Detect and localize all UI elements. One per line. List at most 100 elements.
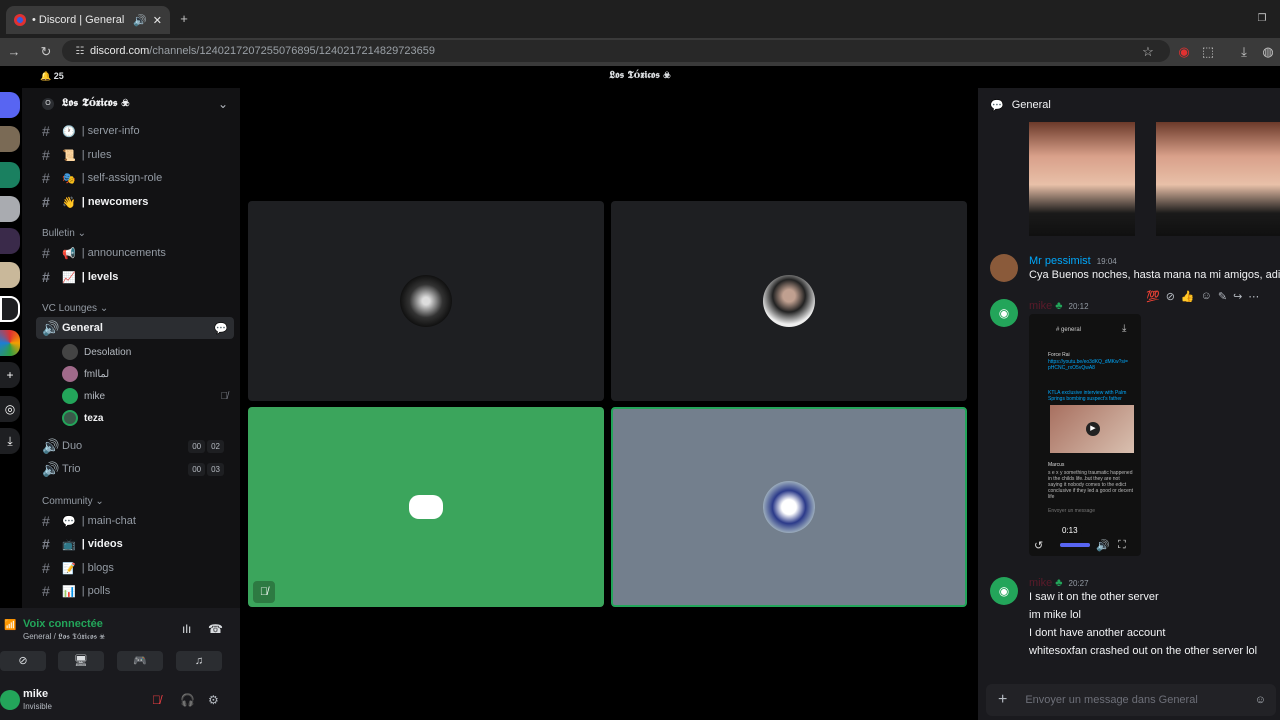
signal-icon[interactable]: 📶 [4, 620, 16, 631]
discover-icon[interactable]: ◎ [0, 396, 20, 422]
voice-channel-duo[interactable]: 🔊 Duo 00 02 [36, 435, 234, 457]
browser-tab[interactable]: • Discord | General | 𝕷𝖔𝖘 𝕿ó... 🔊 ✕ [6, 6, 170, 34]
voice-user[interactable]: teza [62, 408, 103, 428]
disconnect-icon[interactable]: ☎ [208, 622, 223, 636]
forward-icon[interactable]: ↪ [1233, 290, 1242, 303]
url-field[interactable]: discord.com/channels/1240217207255076895… [62, 40, 1170, 62]
extensions-puzzle-icon[interactable]: ⬚ [1198, 38, 1218, 66]
voice-status[interactable]: Voix connectée [23, 618, 103, 630]
site-info-icon[interactable]: ☷ [70, 38, 90, 66]
reaction-100-icon[interactable]: 💯 [1146, 290, 1160, 303]
server-icon[interactable] [0, 228, 20, 254]
channel-levels[interactable]: # 📈 | levels [36, 266, 234, 288]
channel-polls[interactable]: # 📊 | polls [36, 580, 234, 602]
add-server-icon[interactable]: + [0, 362, 20, 388]
voice-channel-trio[interactable]: 🔊 Trio 00 03 [36, 458, 234, 480]
muted-mic-icon[interactable]: 🎙̸ [152, 693, 161, 707]
speaker-icon: 🔊 [42, 460, 60, 477]
add-attachment-icon[interactable]: + [998, 691, 1007, 709]
server-icon[interactable] [0, 262, 20, 288]
forward-icon[interactable]: → [4, 38, 24, 66]
category-vc-lounges[interactable]: VC Lounges ⌄ [42, 303, 108, 314]
home-icon[interactable] [0, 92, 20, 118]
voice-location[interactable]: General / 𝕷𝖔𝖘 𝕿ó𝖝𝖎𝖈𝖔𝖘 ☣ [23, 632, 105, 642]
server-icon[interactable] [0, 330, 20, 356]
volume-icon[interactable]: 🔊 [1096, 539, 1110, 552]
new-tab-icon[interactable]: + [174, 5, 194, 33]
channel-emoji: 🕐 [62, 125, 76, 138]
participant-tile[interactable] [248, 201, 604, 401]
image-attachment[interactable] [1156, 122, 1280, 236]
hash-icon: # [42, 147, 50, 163]
download-apps-icon[interactable]: ⤓ [0, 428, 20, 454]
toggle-camera-button[interactable]: ⊘ [0, 651, 46, 671]
bookmark-star-icon[interactable]: ☆ [1138, 38, 1158, 66]
headphones-icon[interactable]: 🎧 [180, 693, 195, 707]
chevron-down-icon[interactable]: ⌄ [218, 97, 228, 111]
server-icon[interactable] [0, 296, 20, 322]
gear-icon[interactable]: ⚙ [208, 693, 219, 707]
category-community[interactable]: Community ⌄ [42, 496, 104, 507]
emoji-icon[interactable]: ☺ [1255, 694, 1266, 706]
message-text: im mike lol [1029, 609, 1081, 621]
server-icon[interactable] [0, 162, 20, 188]
server-icon[interactable] [0, 126, 20, 152]
participant-tile[interactable] [611, 201, 967, 401]
soundboard-button[interactable]: ♫ [176, 651, 222, 671]
play-icon[interactable]: ▶ [1086, 422, 1100, 436]
image-attachment[interactable] [1029, 122, 1135, 236]
avatar[interactable]: ◉ [990, 577, 1018, 605]
participant-tile[interactable] [248, 407, 604, 607]
channel-self-assign-role[interactable]: # 🎭 | self-assign-role [36, 167, 234, 189]
edit-icon[interactable]: ✎ [1218, 290, 1227, 303]
download-icon[interactable]: ⤓ [1234, 38, 1254, 66]
restore-window-icon[interactable]: ❐ [1252, 5, 1272, 33]
channel-main-chat[interactable]: # 💬 | main-chat [36, 510, 234, 532]
channel-videos[interactable]: # 📺 | videos [36, 533, 234, 555]
voice-user[interactable]: mike 🎙̸ [62, 386, 228, 406]
embed-link[interactable]: https://youtu.be/eo3dKQ_dMKw?si=pHCNC_rx… [1048, 359, 1128, 371]
message-composer[interactable]: + Envoyer un message dans General ☺ [986, 684, 1276, 716]
channel-newcomers[interactable]: # 👋 | newcomers [36, 191, 234, 213]
channel-server-info[interactable]: # 🕐 | server-info [36, 120, 234, 142]
message-author[interactable]: Mr pessimist 19:04 [1029, 255, 1117, 267]
participant-tile-speaking[interactable] [611, 407, 967, 607]
voice-channel-general[interactable]: 🔊 General 💬 [36, 317, 234, 339]
channel-blogs[interactable]: # 📝 | blogs [36, 557, 234, 579]
channel-rules[interactable]: # 📜 | rules [36, 144, 234, 166]
chat-bubble-icon[interactable]: 💬 [214, 322, 228, 335]
embed-card-title[interactable]: KTLA exclusive interview with Palm Sprin… [1048, 390, 1128, 402]
server-name[interactable]: 𝕷𝖔𝖘 𝕿ó𝖝𝖎𝖈𝖔𝖘 ☣ [62, 96, 129, 110]
noise-suppression-icon[interactable]: ılı [182, 622, 191, 636]
download-icon[interactable]: ⤓ [1122, 323, 1126, 334]
profile-icon[interactable]: ◍ [1258, 38, 1278, 66]
user-status: Invisible [23, 702, 52, 711]
thumbs-up-icon[interactable]: 👍 [1181, 290, 1195, 303]
extension-icon[interactable]: ◉ [1174, 38, 1194, 66]
more-icon[interactable]: ⋯ [1248, 290, 1259, 303]
reaction-icon[interactable]: ⊘ [1166, 290, 1175, 303]
reload-icon[interactable]: ↻ [36, 38, 56, 66]
replay-icon[interactable]: ↺ [1034, 539, 1043, 552]
user-name[interactable]: mike [23, 688, 48, 700]
avatar [62, 388, 78, 404]
share-screen-button[interactable]: 🖥 [58, 651, 104, 671]
voice-user[interactable]: Desolation [62, 342, 131, 362]
add-reaction-icon[interactable]: ☺ [1201, 290, 1212, 303]
voice-user[interactable]: fmlلما [62, 364, 109, 384]
channel-announcements[interactable]: # 📢 | announcements [36, 242, 234, 264]
activities-button[interactable]: 🎮 [117, 651, 163, 671]
video-progress-bar[interactable] [1060, 543, 1090, 547]
server-icon[interactable] [0, 196, 20, 222]
fullscreen-icon[interactable]: ⛶ [1118, 539, 1126, 552]
category-bulletin[interactable]: Bulletin ⌄ [42, 228, 86, 239]
message-author[interactable]: mike ♣ 20:12 [1029, 300, 1089, 312]
tab-close-icon[interactable]: ✕ [153, 14, 162, 27]
avatar[interactable]: ◉ [990, 299, 1018, 327]
avatar[interactable] [990, 254, 1018, 282]
avatar [62, 410, 78, 426]
message-author[interactable]: mike ♣ 20:27 [1029, 577, 1089, 589]
avatar[interactable] [0, 690, 20, 710]
composer-placeholder[interactable]: Envoyer un message dans General [1025, 694, 1197, 706]
badge-icon: ♣ [1055, 300, 1063, 312]
